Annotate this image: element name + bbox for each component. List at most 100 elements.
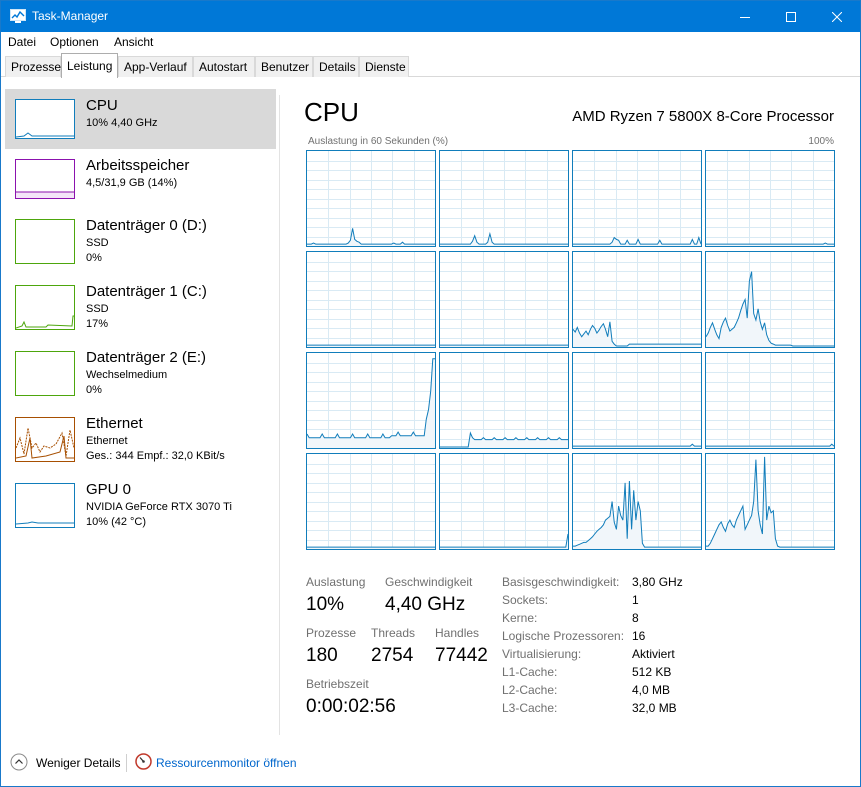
- core-graph-10: [572, 352, 702, 449]
- resource-sidebar: CPU 10% 4,40 GHz Arbeitsspeicher 4,5/31,…: [5, 87, 277, 737]
- cpu-model-name: AMD Ryzen 7 5800X 8-Core Processor: [572, 108, 834, 125]
- sidebar-item-arbeitsspeicher[interactable]: Arbeitsspeicher 4,5/31,9 GB (14%): [5, 149, 276, 209]
- minimize-button[interactable]: [722, 1, 768, 32]
- gpu-thumbnail-graph: [15, 483, 75, 528]
- spec-value: 32,0 MB: [632, 701, 677, 715]
- chevron-up-circle-icon[interactable]: [10, 753, 28, 771]
- handles-value: 77442: [435, 645, 488, 666]
- spec-value: 8: [632, 611, 639, 625]
- spec-label: L2-Cache:: [502, 683, 558, 697]
- core-graph-plot: [573, 353, 701, 448]
- spec-label: Sockets:: [502, 593, 549, 607]
- core-graph-0: [306, 150, 436, 247]
- window-title: Task-Manager: [32, 9, 109, 23]
- core-graph-plot: [307, 454, 435, 549]
- minimize-icon: [740, 16, 750, 18]
- tab-benutzer[interactable]: Benutzer: [255, 56, 313, 77]
- sidebar-item-gpu-0[interactable]: GPU 0 NVIDIA GeForce RTX 3070 Ti 10% (42…: [5, 473, 276, 533]
- core-graph-plot: [706, 151, 834, 246]
- core-graph-plot: [307, 151, 435, 246]
- core-graph-plot: [706, 353, 834, 448]
- core-graph-6: [572, 251, 702, 348]
- resource-monitor-icon[interactable]: [135, 753, 152, 770]
- tab-app-verlauf[interactable]: App-Verlauf: [118, 56, 193, 77]
- uptime-label: Betriebszeit: [306, 677, 369, 691]
- sidebar-item-detail: 10% 4,40 GHz: [86, 117, 158, 129]
- sidebar-item-detail: SSD: [86, 237, 109, 249]
- spec-value: 16: [632, 629, 646, 643]
- sidebar-item-datentraeger-0[interactable]: Datenträger 0 (D:) SSD 0%: [5, 209, 276, 269]
- disk0-thumbnail-graph: [15, 219, 75, 264]
- disk1-thumbnail-graph: [15, 285, 75, 330]
- spec-label: Kerne:: [502, 611, 538, 625]
- maximize-icon: [786, 11, 796, 22]
- sidebar-item-detail: 0%: [86, 384, 102, 396]
- sidebar-item-detail: SSD: [86, 303, 109, 315]
- tab-details[interactable]: Details: [313, 56, 359, 77]
- tab-strip: Prozesse Leistung App-Verlauf Autostart …: [1, 52, 860, 78]
- threads-value: 2754: [371, 645, 414, 666]
- tab-autostart[interactable]: Autostart: [193, 56, 255, 77]
- spec-value: Aktiviert: [632, 647, 675, 661]
- sidebar-item-datentraeger-2[interactable]: Datenträger 2 (E:) Wechselmedium 0%: [5, 341, 276, 401]
- menu-datei[interactable]: Datei: [8, 35, 36, 49]
- graph-max-label: 100%: [808, 136, 834, 147]
- spec-value: 3,80 GHz: [632, 575, 683, 589]
- core-graph-11: [705, 352, 835, 449]
- spec-label: Logische Prozessoren:: [502, 629, 625, 643]
- fewer-details-link[interactable]: Weniger Details: [36, 756, 120, 770]
- page-title: CPU: [304, 97, 359, 127]
- cpu-thumbnail-graph: [15, 99, 75, 139]
- core-graph-plot: [706, 454, 834, 549]
- sidebar-item-label: Ethernet: [86, 415, 143, 432]
- tab-dienste[interactable]: Dienste: [359, 56, 409, 77]
- threads-label: Threads: [371, 626, 416, 640]
- sidebar-item-label: GPU 0: [86, 481, 132, 498]
- core-graph-13: [439, 453, 569, 550]
- close-icon: [832, 11, 842, 22]
- sidebar-item-ethernet[interactable]: Ethernet Ethernet Ges.: 344 Empf.: 32,0 …: [5, 407, 276, 467]
- menu-optionen[interactable]: Optionen: [50, 35, 99, 49]
- spec-label: L3-Cache:: [502, 701, 558, 715]
- core-graph-1: [439, 150, 569, 247]
- sidebar-item-detail: 0%: [86, 252, 102, 264]
- footer-separator: [126, 754, 127, 772]
- core-graph-2: [572, 150, 702, 247]
- memory-thumbnail-graph: [15, 159, 75, 199]
- core-graph-plot: [706, 252, 834, 347]
- sidebar-item-label: Datenträger 0 (D:): [86, 217, 207, 234]
- core-graph-plot: [440, 353, 568, 448]
- ethernet-thumbnail-graph: [15, 417, 75, 462]
- task-manager-window: Task-Manager Datei Optionen Ansicht Proz…: [0, 0, 861, 787]
- menu-ansicht[interactable]: Ansicht: [114, 35, 153, 49]
- task-manager-app-icon: [10, 9, 26, 23]
- sidebar-item-cpu[interactable]: CPU 10% 4,40 GHz: [5, 89, 276, 149]
- maximize-button[interactable]: [768, 1, 814, 32]
- core-graph-plot: [307, 252, 435, 347]
- title-bar[interactable]: Task-Manager: [1, 1, 860, 32]
- core-graph-14: [572, 453, 702, 550]
- sidebar-item-datentraeger-1[interactable]: Datenträger 1 (C:) SSD 17%: [5, 275, 276, 335]
- resource-monitor-link[interactable]: Ressourcenmonitor öffnen: [156, 756, 297, 770]
- disk2-thumbnail-graph: [15, 351, 75, 396]
- core-graph-plot: [440, 252, 568, 347]
- tab-leistung[interactable]: Leistung: [61, 53, 118, 78]
- core-graph-7: [705, 251, 835, 348]
- sidebar-item-detail: Wechselmedium: [86, 369, 168, 381]
- spec-label: L1-Cache:: [502, 665, 558, 679]
- close-button[interactable]: [814, 1, 860, 32]
- utilization-label: Auslastung: [306, 575, 366, 589]
- tab-prozesse[interactable]: Prozesse: [5, 56, 61, 77]
- speed-label: Geschwindigkeit: [385, 575, 473, 589]
- processes-value: 180: [306, 645, 338, 666]
- core-graph-4: [306, 251, 436, 348]
- spec-label: Basisgeschwindigkeit:: [502, 575, 620, 589]
- sidebar-item-detail: 10% (42 °C): [86, 516, 147, 528]
- core-graph-plot: [573, 151, 701, 246]
- uptime-value: 0:00:02:56: [306, 696, 396, 717]
- utilization-value: 10%: [306, 594, 345, 615]
- core-graph-5: [439, 251, 569, 348]
- core-graph-plot: [440, 151, 568, 246]
- spec-label: Virtualisierung:: [502, 647, 582, 661]
- footer-bar: Weniger Details Ressourcenmonitor öffnen: [1, 741, 860, 786]
